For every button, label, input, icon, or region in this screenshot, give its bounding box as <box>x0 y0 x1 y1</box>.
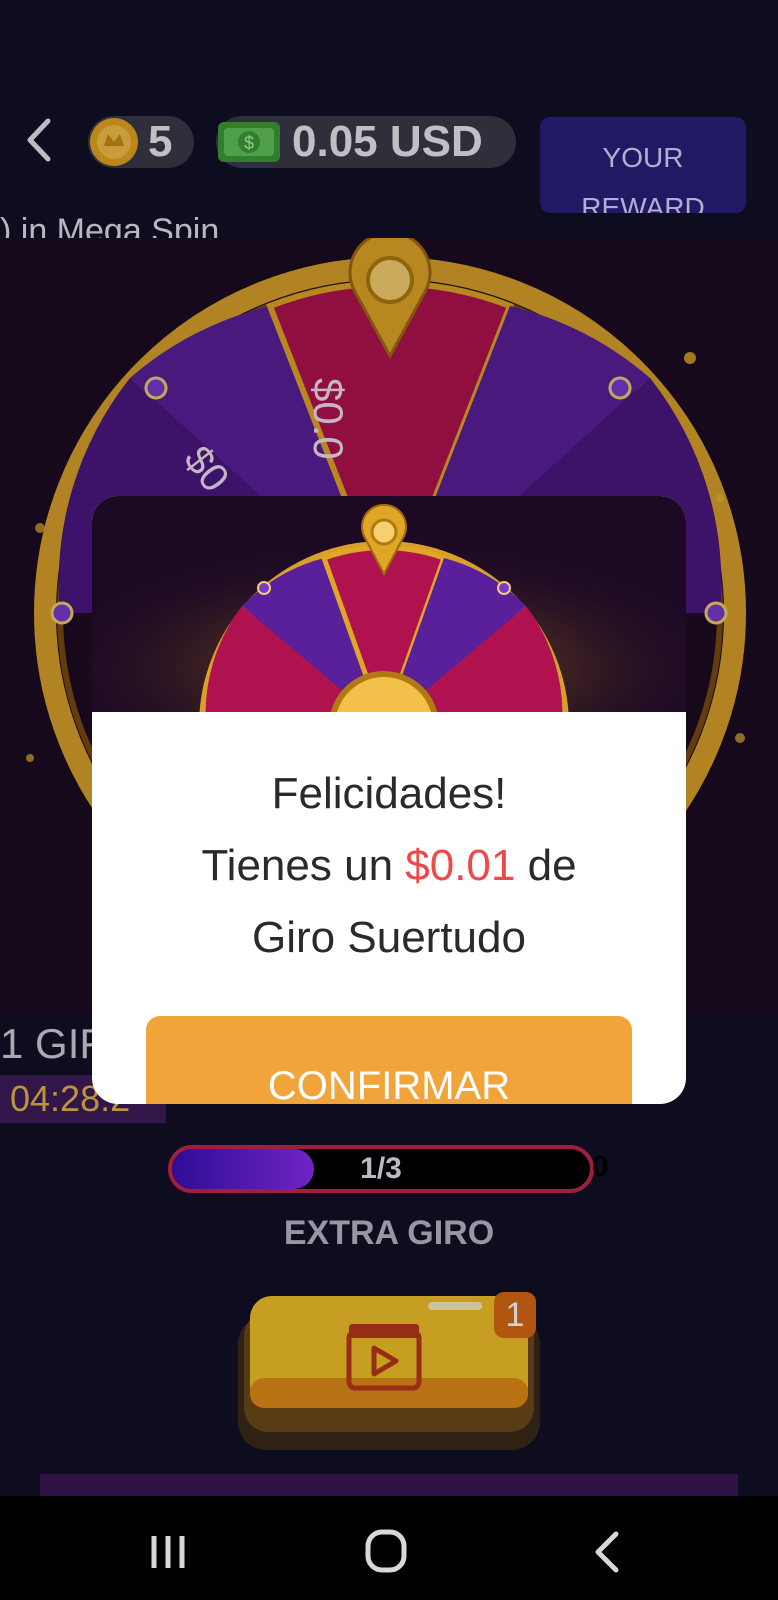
home-button[interactable] <box>356 1528 416 1574</box>
dialog-line-2: Tienes un $0.01 de <box>92 830 686 902</box>
confirm-button[interactable]: CONFIRMAR <box>146 1016 632 1104</box>
home-icon <box>365 1529 407 1573</box>
dialog-message: Felicidades! Tienes un $0.01 de Giro Sue… <box>92 758 686 974</box>
dialog-wheel-image <box>92 496 686 712</box>
dialog-line-2-prefix: Tienes un <box>201 841 406 890</box>
back-icon <box>595 1531 619 1573</box>
dialog-line-1: Felicidades! <box>271 769 507 818</box>
recents-button[interactable] <box>140 1528 200 1574</box>
dialog-wheel-graphic <box>92 496 686 712</box>
reward-dialog: Felicidades! Tienes un $0.01 de Giro Sue… <box>92 496 686 1104</box>
dialog-line-3: Giro Suertudo <box>252 913 526 962</box>
system-back-button[interactable] <box>580 1528 640 1574</box>
dialog-line-2-suffix: de <box>515 841 577 890</box>
recents-icon <box>151 1536 185 1568</box>
reward-amount: $0.01 <box>405 841 516 890</box>
